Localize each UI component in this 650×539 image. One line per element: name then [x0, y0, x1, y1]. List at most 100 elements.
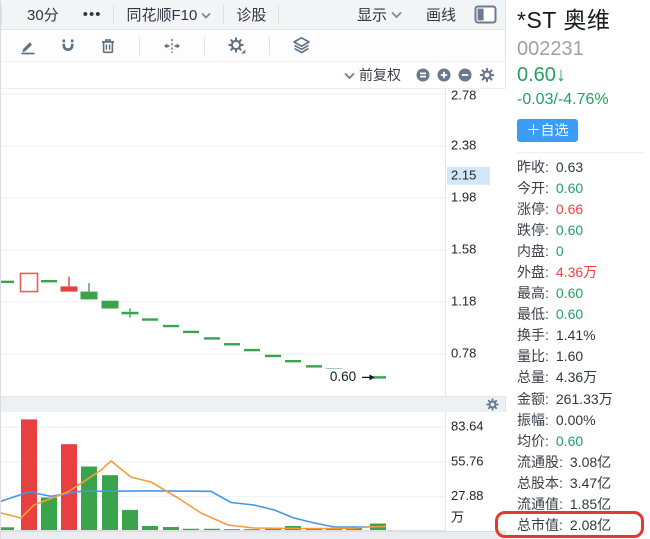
stat-label: 流通股: — [517, 453, 563, 470]
stock-name: *ST 奥维 — [517, 7, 611, 33]
stock-chart-app: 30分 ••• 同花顺F10 诊股 显示 画线 前复权 2.78 2.38 1.… — [0, 0, 650, 539]
stat-value: 0.66 — [555, 200, 584, 217]
stat-value: 4.36万 — [555, 369, 598, 386]
svg-text:2.78: 2.78 — [451, 88, 476, 102]
toolbar-separator — [269, 36, 270, 55]
stat-row: 跌停: 0.60 — [517, 219, 644, 240]
magnet-icon[interactable] — [59, 37, 77, 55]
stat-label: 今开: — [517, 179, 549, 196]
stat-row: 流通股: 3.08亿 — [517, 451, 644, 472]
adjust-mode-dropdown[interactable]: 前复权 — [344, 65, 401, 85]
stat-label: 金额: — [517, 390, 549, 407]
toolbar-separator — [204, 36, 205, 55]
last-price-annotation: 0.60 — [330, 369, 356, 384]
pen-icon[interactable] — [19, 37, 37, 55]
diagnose-button[interactable]: 诊股 — [224, 4, 278, 25]
stat-label: 换手: — [517, 327, 549, 344]
stat-label: 昨收: — [517, 158, 549, 175]
stock-code: 002231 — [517, 38, 584, 60]
stat-value: 261.33万 — [555, 390, 613, 407]
toolbar-separator — [278, 4, 280, 25]
ma-volume-orange — [1, 460, 387, 530]
drawline-button[interactable]: 画线 — [414, 4, 468, 25]
gear-icon[interactable] — [486, 398, 499, 411]
interval-button[interactable]: 30分 — [2, 4, 71, 25]
svg-text:2.15: 2.15 — [451, 167, 476, 182]
stat-label: 最高: — [517, 285, 549, 302]
stat-row: 最高: 0.60 — [517, 283, 644, 304]
stat-label: 量比: — [517, 348, 549, 365]
equals-circle-icon[interactable] — [416, 68, 430, 82]
stat-label: 振幅: — [517, 411, 549, 428]
gear-icon[interactable] — [479, 67, 495, 83]
stat-value: 0.60 — [555, 432, 584, 449]
chart-column: 30分 ••• 同花顺F10 诊股 显示 画线 前复权 2.78 2.38 1.… — [1, 0, 506, 539]
stat-value: 0.63 — [555, 158, 584, 175]
toolbar-separator — [139, 36, 140, 55]
stat-value: 0.60 — [555, 179, 584, 196]
stat-value: 3.47亿 — [569, 474, 612, 491]
stat-label: 内盘: — [517, 242, 549, 259]
plus-circle-icon[interactable] — [437, 68, 451, 82]
stat-value: 1.41% — [555, 327, 596, 344]
stat-row: 量比: 1.60 — [517, 346, 644, 367]
stat-row: 换手: 1.41% — [517, 325, 644, 346]
stat-value: 0 — [555, 242, 564, 259]
top-toolbar: 30分 ••• 同花顺F10 诊股 显示 画线 — [1, 0, 505, 30]
chevron-down-icon — [344, 67, 355, 83]
stat-row: 振幅: 0.00% — [517, 409, 644, 430]
stat-label: 外盘: — [517, 264, 549, 281]
stat-value: 2.08亿 — [569, 517, 612, 534]
stat-label: 总量: — [517, 369, 549, 386]
ellipsis-icon: ••• — [82, 6, 102, 23]
svg-text:万: 万 — [451, 509, 464, 524]
display-dropdown[interactable]: 显示 — [345, 4, 414, 25]
volume-pane-header — [1, 396, 505, 412]
minus-circle-icon[interactable] — [458, 68, 472, 82]
add-watchlist-button[interactable]: ＋自选 — [517, 119, 578, 142]
gear-icon[interactable] — [227, 36, 247, 55]
svg-text:55.76: 55.76 — [451, 453, 484, 468]
stat-label: 最低: — [517, 306, 549, 323]
chevron-down-icon — [391, 6, 402, 23]
stat-row: 均价: 0.60 — [517, 430, 644, 451]
more-intervals-button[interactable]: ••• — [71, 6, 114, 23]
stat-value: 0.60 — [555, 221, 584, 238]
stat-row: 最低: 0.60 — [517, 304, 644, 325]
svg-text:1.98: 1.98 — [451, 189, 476, 204]
price-chart-canvas[interactable]: 2.78 2.38 1.98 1.58 1.18 0.78 2.15 0.60 — [1, 88, 506, 396]
stat-value: 4.36万 — [555, 264, 598, 281]
f10-dropdown[interactable]: 同花顺F10 — [114, 4, 223, 25]
stat-label: 流通值: — [517, 496, 563, 513]
stat-row: 总市值: 2.08亿 — [517, 515, 644, 536]
drawing-toolbar — [1, 30, 505, 62]
stat-row: 涨停: 0.66 — [517, 198, 644, 219]
split-arrows-icon[interactable] — [162, 37, 182, 55]
stat-row: 昨收: 0.63 — [517, 156, 644, 177]
stat-row: 总股本: 3.47亿 — [517, 472, 644, 493]
down-arrow-icon: ↓ — [555, 64, 566, 86]
bottom-scroll-strip[interactable] — [1, 531, 505, 539]
stat-value: 3.08亿 — [569, 453, 612, 470]
stat-label: 均价: — [517, 432, 549, 449]
stock-price: 0.60↓ — [517, 64, 566, 86]
panel-layout-toggle[interactable] — [474, 5, 497, 24]
svg-text:2.38: 2.38 — [451, 137, 476, 152]
stat-row: 今开: 0.60 — [517, 177, 644, 198]
stat-label: 跌停: — [517, 221, 549, 238]
chart-header: 前复权 — [1, 62, 505, 88]
stat-value: 0.60 — [555, 285, 584, 302]
layers-icon[interactable] — [292, 36, 311, 55]
svg-text:1.58: 1.58 — [451, 241, 476, 256]
stat-row: 内盘: 0 — [517, 240, 644, 261]
stat-label: 涨停: — [517, 200, 549, 217]
stat-row: 总量: 4.36万 — [517, 367, 644, 388]
stock-change: -0.03/-4.76% — [517, 91, 609, 108]
volume-chart-canvas[interactable]: 83.64 55.76 27.88 万 — [1, 412, 506, 531]
stat-label: 总股本: — [517, 474, 563, 491]
stat-value: 1.85亿 — [569, 496, 612, 513]
svg-text:27.88: 27.88 — [451, 488, 484, 503]
stat-value: 0.00% — [555, 411, 596, 428]
trash-icon[interactable] — [99, 37, 117, 55]
stat-row: 金额: 261.33万 — [517, 388, 644, 409]
